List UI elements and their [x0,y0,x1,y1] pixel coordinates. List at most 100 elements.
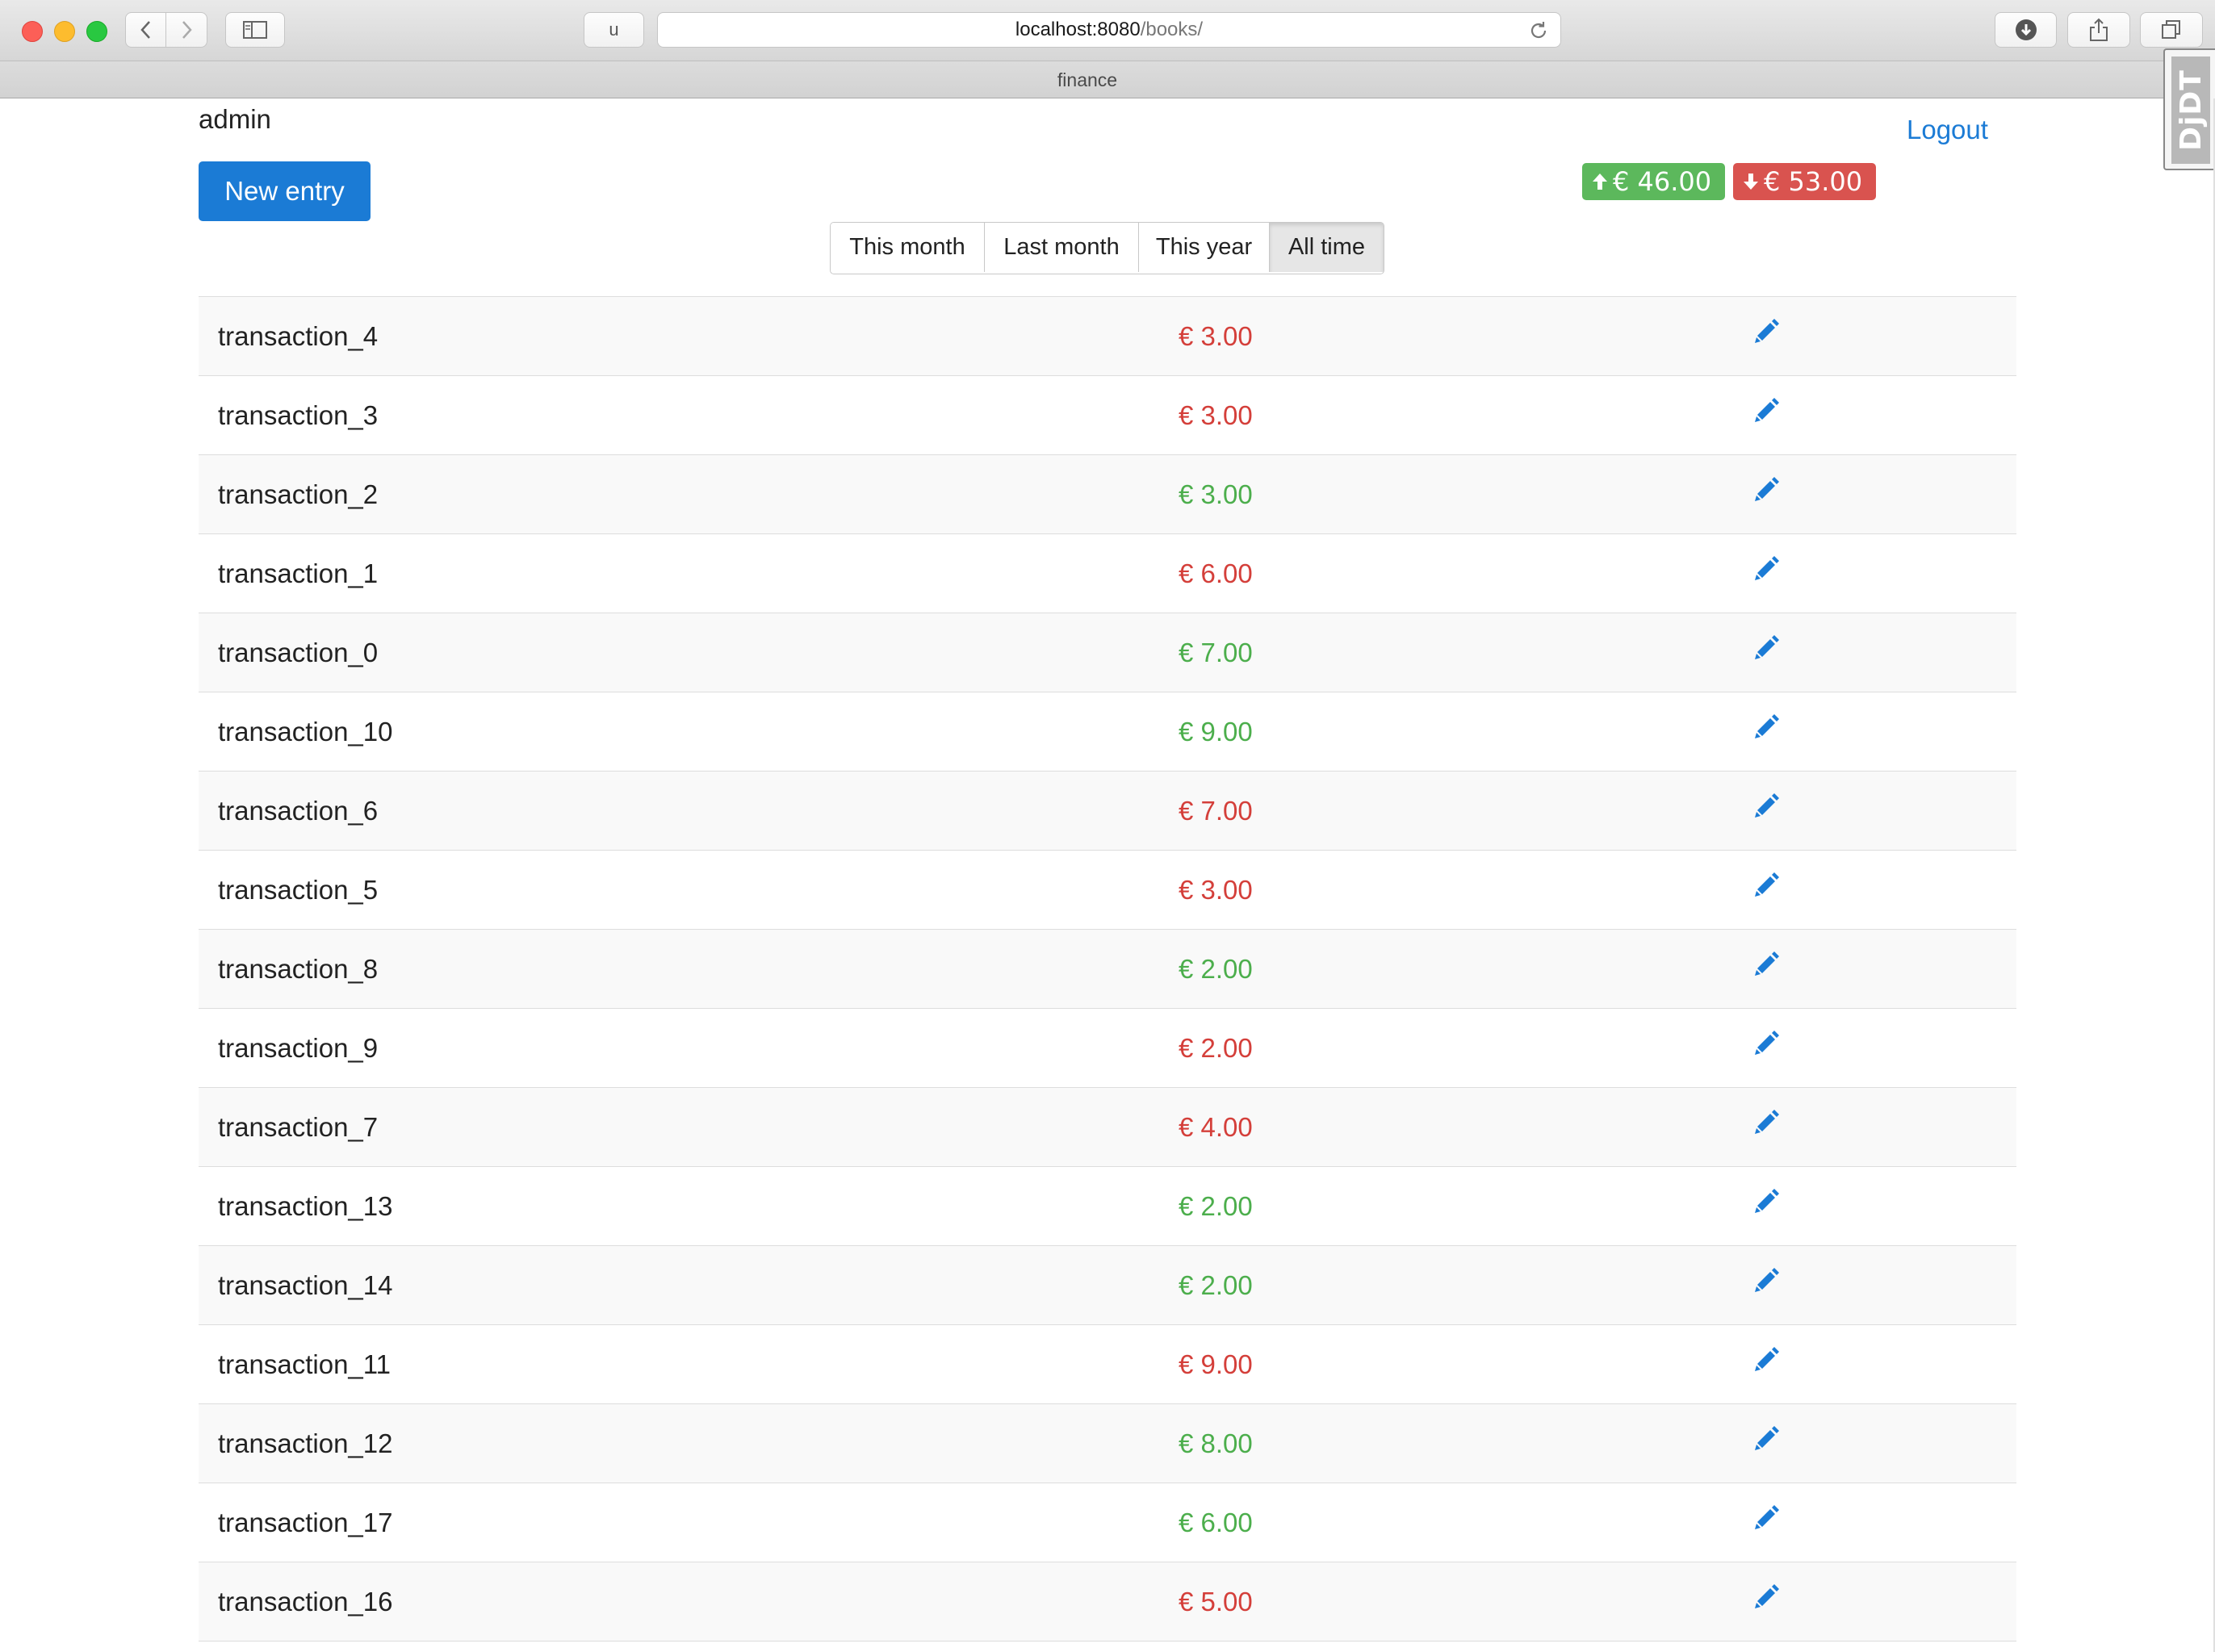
table-row: transaction_12 € 8.00 [199,1404,2016,1483]
logout-link[interactable]: Logout [1907,115,1988,145]
forward-button[interactable] [165,12,207,48]
period-last-month-button[interactable]: Last month [984,223,1138,272]
table-row: transaction_9 € 2.00 [199,1009,2016,1088]
transaction-amount: € 2.00 [1179,954,1253,984]
table-row: transaction_7 € 4.00 [199,1088,2016,1167]
period-this-month-button[interactable]: This month [831,223,984,272]
debug-toolbar-logo: DjDT [2171,56,2210,164]
income-total-badge: € 46.00 [1582,163,1725,200]
transaction-amount: € 2.00 [1179,1033,1253,1063]
expense-total-value: € 53.00 [1764,166,1863,197]
pencil-icon[interactable] [1752,949,1782,978]
window-minimize-button[interactable] [54,21,75,42]
back-button[interactable] [125,12,166,48]
transaction-name: transaction_5 [218,875,379,905]
pencil-icon[interactable] [1752,475,1782,504]
pencil-icon[interactable] [1752,395,1782,425]
pencil-icon[interactable] [1752,870,1782,899]
transaction-name: transaction_17 [218,1508,393,1537]
tab-overview-button[interactable] [2140,12,2203,48]
transaction-amount: € 9.00 [1179,717,1253,747]
period-this-year-button[interactable]: This year [1138,223,1269,272]
pencil-icon[interactable] [1752,1107,1782,1136]
transaction-name: transaction_3 [218,400,379,430]
address-bar[interactable]: localhost:8080/books/ [657,12,1561,48]
table-row: transaction_10 € 9.00 [199,692,2016,772]
share-button[interactable] [2067,12,2130,48]
transaction-amount: € 3.00 [1179,400,1253,430]
new-entry-button[interactable]: New entry [199,161,371,221]
table-row: transaction_0 € 7.00 [199,613,2016,692]
table-row: transaction_8 € 2.00 [199,930,2016,1009]
chevron-right-icon [182,21,192,39]
transaction-name: transaction_9 [218,1033,379,1063]
reader-button[interactable]: u [584,12,644,48]
table-row: transaction_2 € 3.00 [199,455,2016,534]
pencil-icon[interactable] [1752,1424,1782,1453]
transaction-name: transaction_13 [218,1191,393,1221]
reload-icon[interactable] [1528,20,1549,41]
transaction-name: transaction_10 [218,717,393,747]
pencil-icon[interactable] [1752,1345,1782,1374]
period-all-time-button[interactable]: All time [1269,223,1384,272]
browser-titlebar: u localhost:8080/books/ [0,0,2215,61]
table-row: transaction_13 € 2.00 [199,1167,2016,1246]
url-host: localhost:8080 [1015,19,1141,40]
tab-finance[interactable]: finance [0,61,2175,98]
transaction-amount: € 7.00 [1179,638,1253,667]
transaction-amount: € 3.00 [1179,321,1253,351]
sidebar-icon [243,21,267,39]
transaction-name: transaction_2 [218,479,379,509]
transaction-name: transaction_0 [218,638,379,667]
pencil-icon[interactable] [1752,1028,1782,1057]
downloads-button[interactable] [1995,12,2057,48]
transaction-amount: € 4.00 [1179,1112,1253,1142]
transaction-amount: € 2.00 [1179,1270,1253,1300]
transaction-amount: € 6.00 [1179,558,1253,588]
window-maximize-button[interactable] [86,21,107,42]
transaction-amount: € 9.00 [1179,1349,1253,1379]
transaction-amount: € 7.00 [1179,796,1253,826]
transaction-name: transaction_11 [218,1349,391,1379]
transaction-amount: € 2.00 [1179,1191,1253,1221]
pencil-icon[interactable] [1752,1186,1782,1215]
pencil-icon[interactable] [1752,316,1782,345]
pencil-icon[interactable] [1752,554,1782,583]
tab-bar: finance [0,61,2215,98]
debug-toolbar-handle[interactable]: DjDT [2163,48,2215,170]
transaction-name: transaction_8 [218,954,379,984]
expense-total-badge: € 53.00 [1733,163,1876,200]
transaction-amount: € 5.00 [1179,1587,1253,1616]
chevron-left-icon [140,21,150,39]
transaction-name: transaction_4 [218,321,379,351]
debug-toolbar-label: DjDT [2174,69,2208,151]
window-close-button[interactable] [22,21,43,42]
sidebar-toggle-button[interactable] [225,12,285,48]
pencil-icon[interactable] [1752,791,1782,820]
table-row: transaction_4 € 3.00 [199,297,2016,376]
pencil-icon[interactable] [1752,1503,1782,1532]
pencil-icon[interactable] [1752,712,1782,741]
table-row: transaction_11 € 9.00 [199,1325,2016,1404]
share-icon [2090,18,2108,41]
transaction-name: transaction_1 [218,558,379,588]
transaction-amount: € 6.00 [1179,1508,1253,1537]
income-total-value: € 46.00 [1613,166,1712,197]
table-row: transaction_1 € 6.00 [199,534,2016,613]
transaction-name: transaction_7 [218,1112,379,1142]
arrow-up-icon [1592,173,1608,190]
url-path: /books/ [1140,19,1204,40]
page-content: admin Logout New entry € 46.00 € 53.00 T… [0,98,2215,1652]
tabs-icon [2162,20,2180,39]
transaction-name: transaction_16 [218,1587,393,1616]
table-row: transaction_3 € 3.00 [199,376,2016,455]
username-label: admin [199,104,271,134]
pencil-icon[interactable] [1752,1582,1782,1611]
transactions-table: transaction_4 € 3.00 transaction_3 € 3.00 tr… [199,296,2016,1642]
pencil-icon[interactable] [1752,633,1782,662]
period-filter-group: This month Last month This year All time [830,222,1384,274]
transaction-name: transaction_12 [218,1428,393,1458]
arrow-down-icon [1743,173,1759,190]
transaction-name: transaction_14 [218,1270,393,1300]
pencil-icon[interactable] [1752,1265,1782,1294]
